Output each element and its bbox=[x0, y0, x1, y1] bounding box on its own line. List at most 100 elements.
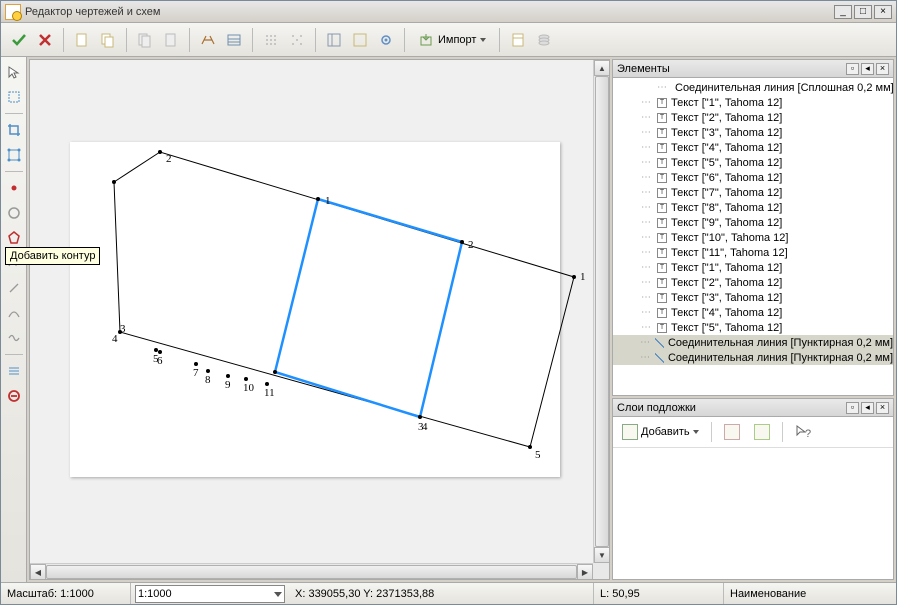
horizontal-scrollbar[interactable]: ◀ ▶ bbox=[30, 563, 593, 579]
tree-item[interactable]: Текст ["6", Tahoma 12] bbox=[613, 170, 893, 185]
panel-dock-button[interactable]: ▫ bbox=[846, 63, 859, 75]
scale-combo[interactable]: 1:1000 bbox=[135, 585, 285, 603]
delete-tool[interactable] bbox=[3, 385, 25, 407]
tree-item[interactable]: Текст ["2", Tahoma 12] bbox=[613, 110, 893, 125]
table-button[interactable] bbox=[222, 28, 246, 52]
tree-item[interactable]: Текст ["4", Tahoma 12] bbox=[613, 305, 893, 320]
tree-item[interactable]: Текст ["7", Tahoma 12] bbox=[613, 185, 893, 200]
sheet-button[interactable] bbox=[506, 28, 530, 52]
maximize-button[interactable]: □ bbox=[854, 5, 872, 19]
elements-tree[interactable]: Соединительная линия [Сплошная 0,2 мм]Те… bbox=[613, 78, 893, 395]
list-tool[interactable] bbox=[3, 360, 25, 382]
tree-item[interactable]: Текст ["4", Tahoma 12] bbox=[613, 140, 893, 155]
canvas[interactable]: 123451234567891011 bbox=[30, 60, 593, 563]
pointer-tool[interactable] bbox=[3, 61, 25, 83]
scroll-right-icon[interactable]: ▶ bbox=[577, 564, 593, 580]
new-button[interactable] bbox=[70, 28, 94, 52]
tree-item[interactable]: Соединительная линия [Пунктирная 0,2 мм] bbox=[613, 335, 893, 350]
chevron-down-icon bbox=[693, 430, 699, 434]
circle-tool[interactable] bbox=[3, 202, 25, 224]
svg-text:4: 4 bbox=[422, 421, 428, 433]
grid2-button[interactable] bbox=[285, 28, 309, 52]
doc2-button[interactable] bbox=[159, 28, 183, 52]
import-button[interactable]: Импорт bbox=[411, 28, 493, 52]
content-area: Добавить контур 123451234567891011 ▲ ▼ ◀ bbox=[1, 57, 896, 582]
svg-text:1: 1 bbox=[325, 195, 331, 207]
text-icon bbox=[657, 263, 667, 273]
tree-item[interactable]: Текст ["8", Tahoma 12] bbox=[613, 200, 893, 215]
point-tool[interactable] bbox=[3, 177, 25, 199]
doc1-button[interactable] bbox=[133, 28, 157, 52]
tree-item[interactable]: Текст ["2", Tahoma 12] bbox=[613, 275, 893, 290]
panel-pin-button[interactable]: ◂ bbox=[861, 402, 874, 414]
tree-item[interactable]: Текст ["5", Tahoma 12] bbox=[613, 155, 893, 170]
panel-close-button[interactable]: × bbox=[876, 402, 889, 414]
status-bar: Масштаб: 1:1000 1:1000 X: 339055,30 Y: 2… bbox=[1, 582, 896, 604]
scale-combo-value: 1:1000 bbox=[138, 588, 172, 600]
panel-close-button[interactable]: × bbox=[876, 63, 889, 75]
tree-item[interactable]: Текст ["5", Tahoma 12] bbox=[613, 320, 893, 335]
stack-button[interactable] bbox=[532, 28, 556, 52]
transform-tool[interactable] bbox=[3, 144, 25, 166]
contour-tool[interactable] bbox=[3, 227, 25, 249]
tree-item[interactable]: Текст ["9", Tahoma 12] bbox=[613, 215, 893, 230]
tree-item-label: Текст ["1", Tahoma 12] bbox=[671, 262, 782, 274]
scroll-down-icon[interactable]: ▼ bbox=[594, 547, 610, 563]
copy-button[interactable] bbox=[96, 28, 120, 52]
cancel-button[interactable] bbox=[33, 28, 57, 52]
tree-item[interactable]: Текст ["10", Tahoma 12] bbox=[613, 230, 893, 245]
layers-toolbar: Добавить ? bbox=[613, 417, 893, 448]
curve-tool[interactable] bbox=[3, 327, 25, 349]
layers-panel-header: Слои подложки ▫ ◂ × bbox=[613, 399, 893, 417]
svg-text:1: 1 bbox=[580, 271, 586, 283]
text-icon bbox=[657, 248, 667, 258]
line-icon bbox=[655, 338, 664, 348]
scroll-up-icon[interactable]: ▲ bbox=[594, 60, 610, 76]
crop-tool[interactable] bbox=[3, 119, 25, 141]
minimize-button[interactable]: _ bbox=[834, 5, 852, 19]
tree-item-label: Текст ["8", Tahoma 12] bbox=[671, 202, 782, 214]
tree-item[interactable]: Соединительная линия [Пунктирная 0,2 мм] bbox=[613, 350, 893, 365]
layer-btn-2[interactable] bbox=[749, 421, 775, 443]
layers-list[interactable] bbox=[613, 448, 893, 579]
gear-button[interactable] bbox=[374, 28, 398, 52]
tree-item[interactable]: Текст ["3", Tahoma 12] bbox=[613, 125, 893, 140]
tree-item-label: Текст ["4", Tahoma 12] bbox=[671, 142, 782, 154]
tree-item[interactable]: Текст ["3", Tahoma 12] bbox=[613, 290, 893, 305]
tree-item-label: Текст ["9", Tahoma 12] bbox=[671, 217, 782, 229]
separator bbox=[5, 171, 23, 172]
accept-button[interactable] bbox=[7, 28, 31, 52]
select-area-tool[interactable] bbox=[3, 86, 25, 108]
vertical-scrollbar[interactable]: ▲ ▼ bbox=[593, 60, 609, 563]
text-icon bbox=[657, 113, 667, 123]
tree-item[interactable]: Текст ["1", Tahoma 12] bbox=[613, 260, 893, 275]
panel-dock-button[interactable]: ▫ bbox=[846, 402, 859, 414]
add-layer-button[interactable]: Добавить bbox=[617, 421, 704, 443]
status-coords: X: 339055,30 Y: 2371353,88 bbox=[289, 583, 594, 604]
dimensions-button[interactable] bbox=[196, 28, 220, 52]
elements-panel-header: Элементы ▫ ◂ × bbox=[613, 60, 893, 78]
layout1-button[interactable] bbox=[322, 28, 346, 52]
scroll-left-icon[interactable]: ◀ bbox=[30, 564, 46, 580]
text-icon bbox=[657, 98, 667, 108]
elements-panel-title: Элементы bbox=[617, 63, 670, 75]
layer-btn-1[interactable] bbox=[719, 421, 745, 443]
layer-help-button[interactable]: ? bbox=[790, 421, 816, 443]
grid1-button[interactable] bbox=[259, 28, 283, 52]
text-icon bbox=[657, 278, 667, 288]
close-button[interactable]: × bbox=[874, 5, 892, 19]
tree-item[interactable]: Соединительная линия [Сплошная 0,2 мм] bbox=[613, 80, 893, 95]
arc-tool[interactable] bbox=[3, 302, 25, 324]
layout2-button[interactable] bbox=[348, 28, 372, 52]
text-icon bbox=[657, 173, 667, 183]
scroll-thumb[interactable] bbox=[595, 76, 609, 547]
separator bbox=[252, 28, 253, 52]
text-icon bbox=[657, 293, 667, 303]
line-tool[interactable] bbox=[3, 277, 25, 299]
tree-item[interactable]: Текст ["1", Tahoma 12] bbox=[613, 95, 893, 110]
svg-text:4: 4 bbox=[112, 333, 118, 345]
panel-pin-button[interactable]: ◂ bbox=[861, 63, 874, 75]
tree-item[interactable]: Текст ["11", Tahoma 12] bbox=[613, 245, 893, 260]
scroll-thumb[interactable] bbox=[46, 565, 577, 579]
tree-item-label: Соединительная линия [Пунктирная 0,2 мм] bbox=[668, 352, 893, 364]
